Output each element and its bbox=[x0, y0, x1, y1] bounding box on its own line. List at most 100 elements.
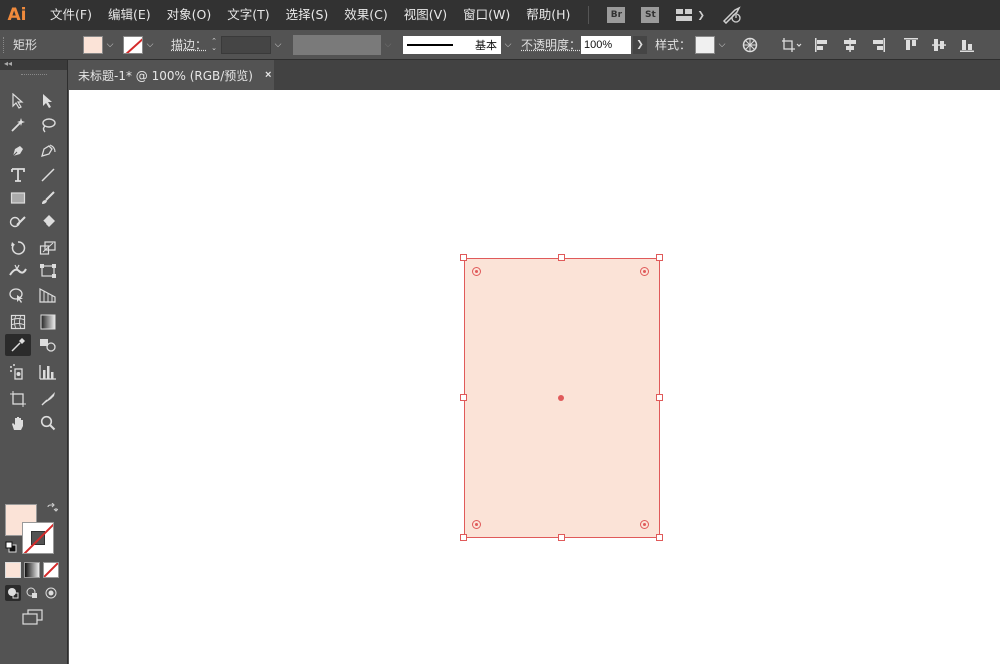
stroke-weight-label[interactable]: 描边： bbox=[171, 36, 207, 53]
mesh-tool[interactable] bbox=[5, 311, 31, 333]
default-fill-stroke-button[interactable] bbox=[5, 541, 17, 556]
corner-radius-widget-top-left[interactable] bbox=[472, 267, 481, 276]
hand-tool[interactable] bbox=[5, 412, 31, 434]
stroke-weight-spinner[interactable]: ⌃ ⌄ bbox=[207, 36, 221, 54]
lasso-tool[interactable] bbox=[35, 114, 61, 136]
align-right-button[interactable] bbox=[869, 36, 887, 54]
stroke-color-box[interactable] bbox=[22, 522, 54, 554]
shaper-tool[interactable] bbox=[5, 210, 31, 232]
width-tool[interactable] bbox=[5, 260, 31, 282]
align-middle-button[interactable] bbox=[930, 36, 948, 54]
align-center-button[interactable] bbox=[841, 36, 859, 54]
shape-builder-tool[interactable] bbox=[5, 284, 31, 306]
gradient-tool[interactable] bbox=[35, 311, 61, 333]
corner-radius-widget-bottom-left[interactable] bbox=[472, 520, 481, 529]
variable-width-profile[interactable] bbox=[293, 34, 382, 55]
stroke-dropdown-arrow[interactable]: ⌵ bbox=[143, 36, 157, 54]
direct-selection-tool[interactable] bbox=[35, 90, 61, 112]
handle-bottom-right[interactable] bbox=[656, 534, 663, 541]
rectangle-tool[interactable] bbox=[5, 187, 31, 209]
close-tab-icon[interactable]: × bbox=[265, 69, 271, 81]
transform-button[interactable] bbox=[779, 36, 805, 54]
corner-radius-widget-top-right[interactable] bbox=[640, 267, 649, 276]
handle-top-left[interactable] bbox=[460, 254, 467, 261]
menu-type[interactable]: 文字(T) bbox=[219, 0, 277, 30]
document-tab-title: 未标题-1* @ 100% (RGB/预览) bbox=[78, 68, 253, 83]
stock-button[interactable]: St bbox=[641, 7, 660, 23]
bridge-button[interactable]: Br bbox=[607, 7, 626, 23]
draw-normal-button[interactable] bbox=[5, 585, 21, 601]
stroke-color-swatch[interactable] bbox=[123, 35, 144, 54]
center-point[interactable] bbox=[558, 395, 564, 401]
menu-view[interactable]: 视图(V) bbox=[396, 0, 455, 30]
color-mode-button[interactable] bbox=[5, 562, 21, 578]
type-tool[interactable] bbox=[5, 164, 31, 186]
gpu-performance-button[interactable] bbox=[721, 6, 743, 24]
blend-tool[interactable] bbox=[35, 334, 61, 356]
curvature-tool[interactable] bbox=[35, 140, 61, 162]
style-dropdown[interactable]: ⌵ bbox=[715, 36, 729, 54]
handle-middle-right[interactable] bbox=[656, 394, 663, 401]
graphic-style-swatch[interactable] bbox=[695, 35, 716, 54]
corner-radius-widget-bottom-right[interactable] bbox=[640, 520, 649, 529]
fill-color-swatch[interactable] bbox=[83, 35, 104, 54]
selection-tool[interactable] bbox=[5, 90, 31, 112]
column-graph-tool[interactable] bbox=[35, 361, 61, 383]
brush-dropdown[interactable]: ⌵ bbox=[501, 36, 515, 54]
menu-help[interactable]: 帮助(H) bbox=[518, 0, 578, 30]
free-transform-tool[interactable] bbox=[35, 260, 61, 282]
pen-tool[interactable] bbox=[5, 140, 31, 162]
stroke-weight-dropdown[interactable]: ⌵ bbox=[271, 36, 285, 54]
draw-inside-button[interactable] bbox=[43, 585, 59, 601]
symbol-sprayer-tool[interactable] bbox=[5, 361, 31, 383]
opacity-label[interactable]: 不透明度： bbox=[521, 36, 581, 53]
handle-bottom-left[interactable] bbox=[460, 534, 467, 541]
stroke-weight-input[interactable] bbox=[221, 35, 272, 54]
menu-object[interactable]: 对象(O) bbox=[159, 0, 220, 30]
artboard-tool[interactable] bbox=[5, 388, 31, 410]
menu-edit[interactable]: 编辑(E) bbox=[100, 0, 159, 30]
hand-tool-icon bbox=[12, 417, 23, 430]
tools-panel-grip[interactable] bbox=[20, 74, 47, 75]
handle-bottom-center[interactable] bbox=[558, 534, 565, 541]
paintbrush-tool[interactable] bbox=[35, 187, 61, 209]
gradient-mode-button[interactable] bbox=[24, 562, 40, 578]
none-mode-button[interactable] bbox=[43, 562, 59, 578]
align-bottom-button[interactable] bbox=[958, 36, 976, 54]
workspace-switcher[interactable]: ❯ bbox=[675, 8, 705, 22]
eraser-tool[interactable] bbox=[35, 210, 61, 232]
collapse-panel-icon[interactable]: ◂◂ bbox=[4, 59, 12, 68]
align-top-button[interactable] bbox=[902, 36, 920, 54]
brush-definition[interactable]: 基本 bbox=[403, 35, 502, 54]
opacity-input[interactable]: 100% bbox=[581, 35, 632, 54]
zoom-tool[interactable] bbox=[35, 412, 61, 434]
menu-select[interactable]: 选择(S) bbox=[278, 0, 337, 30]
crop-transform-icon bbox=[782, 37, 802, 52]
fill-dropdown-arrow[interactable]: ⌵ bbox=[103, 36, 117, 54]
handle-middle-left[interactable] bbox=[460, 394, 467, 401]
scale-tool[interactable] bbox=[35, 237, 61, 259]
artboard-canvas[interactable] bbox=[69, 90, 1000, 664]
menu-file[interactable]: 文件(F) bbox=[42, 0, 100, 30]
swap-fill-stroke-button[interactable] bbox=[46, 502, 59, 518]
eyedropper-tool[interactable] bbox=[5, 334, 31, 356]
control-bar-grip[interactable] bbox=[3, 36, 7, 53]
symbol-sprayer-tool-icon bbox=[10, 364, 23, 380]
recolor-artwork-button[interactable] bbox=[741, 36, 759, 54]
slice-tool[interactable] bbox=[35, 388, 61, 410]
blend-tool-icon bbox=[40, 339, 56, 352]
line-tool[interactable] bbox=[35, 164, 61, 186]
menu-window[interactable]: 窗口(W) bbox=[455, 0, 518, 30]
magic-wand-tool[interactable] bbox=[5, 114, 31, 136]
draw-behind-button[interactable] bbox=[24, 585, 40, 601]
variable-width-dropdown[interactable]: ⌵ bbox=[381, 36, 395, 54]
rotate-tool[interactable] bbox=[5, 237, 31, 259]
perspective-grid-tool[interactable] bbox=[35, 284, 61, 306]
handle-top-right[interactable] bbox=[656, 254, 663, 261]
document-tab[interactable]: 未标题-1* @ 100% (RGB/预览) × bbox=[68, 60, 274, 90]
change-screen-mode-button[interactable] bbox=[22, 609, 44, 628]
menu-effect[interactable]: 效果(C) bbox=[336, 0, 395, 30]
align-left-button[interactable] bbox=[813, 36, 831, 54]
handle-top-center[interactable] bbox=[558, 254, 565, 261]
opacity-arrow-button[interactable]: ❯ bbox=[633, 35, 648, 54]
